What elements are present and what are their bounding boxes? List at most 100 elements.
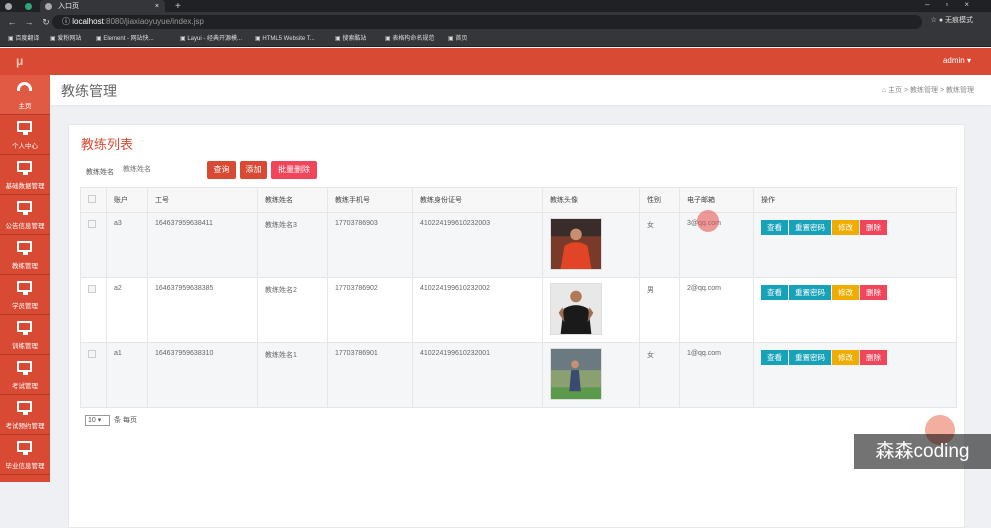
coach-table: 账户 工号 教练姓名 教练手机号 教练身份证号 教练头像 性别 电子邮箱 操作 … [80,187,957,408]
column-header[interactable]: 工号 [147,187,258,213]
column-header[interactable]: 教练姓名 [257,187,328,213]
bookmark-item[interactable]: ▣ 表格构命名规范 [385,32,434,47]
monitor-icon [17,281,32,295]
reset-password-button[interactable]: 重置密码 [789,220,831,235]
close-icon[interactable]: × [155,3,159,10]
sidebar-item-exam-booking[interactable]: 考试预约管理 [0,395,50,435]
monitor-icon [17,321,32,335]
browser-tab-active[interactable]: 入口页 × [40,0,165,12]
forward-icon[interactable]: → [24,17,34,27]
coach-photo [550,348,602,400]
cell-email: 1@qq.com [679,342,754,408]
cell-job-no: 164637959638411 [147,212,258,278]
column-header[interactable]: 教练身份证号 [412,187,543,213]
bookmark-item[interactable]: ▣ 搜索酷站 [335,32,366,47]
monitor-icon [17,161,32,175]
sidebar-item-training[interactable]: 训练管理 [0,315,50,355]
column-header[interactable]: 教练手机号 [327,187,413,213]
delete-button[interactable]: 删除 [860,285,887,300]
cell-gender: 女 [639,342,680,408]
sidebar-item-exam[interactable]: 考试管理 [0,355,50,395]
cell-actions: 查看 重置密码 修改 删除 [753,277,957,343]
monitor-icon [17,241,32,255]
browser-tab-inactive[interactable] [0,0,20,12]
row-checkbox[interactable] [88,350,96,358]
user-menu[interactable]: admin ▾ [943,56,971,65]
sidebar-item-coach[interactable]: 教练管理 [0,235,50,275]
batch-delete-button[interactable]: 批量删除 [271,161,317,179]
browser-tab-inactive-2[interactable] [20,0,40,12]
window-controls[interactable]: –▫× [925,0,985,9]
app-header: μ admin ▾ [0,48,991,75]
table-header-row: 账户 工号 教练姓名 教练手机号 教练身份证号 教练头像 性别 电子邮箱 操作 [80,187,957,213]
cell-avatar [542,277,640,343]
new-tab-button[interactable]: + [170,0,181,12]
bookmark-item[interactable]: ▣ Layui - 经典开源模... [180,32,242,47]
sidebar-item-profile[interactable]: 个人中心 [0,115,50,155]
cell-id-card: 410224199610232003 [412,212,543,278]
column-header[interactable]: 账户 [106,187,148,213]
pagination: 10 ▾ 条 每页 [85,415,137,426]
coach-photo [550,218,602,270]
row-checkbox[interactable] [88,220,96,228]
bookmarks-bar: ▣ 百度翻译 ▣ 爱粉网站 ▣ Element - 网站快... ▣ Layui… [0,32,991,47]
cell-phone: 17703786902 [327,277,413,343]
reset-password-button[interactable]: 重置密码 [789,285,831,300]
bookmark-item[interactable]: ▣ 爱粉网站 [50,32,81,47]
dashboard-icon [17,82,32,91]
profile-label[interactable]: ☆ ● 无痕模式 [931,15,973,25]
cell-gender: 女 [639,212,680,278]
bookmark-item[interactable]: ▣ 首页 [448,32,467,47]
breadcrumb[interactable]: ⌂ 主页 > 教练管理 > 教练管理 [882,85,974,95]
cell-account: a1 [106,342,148,408]
view-button[interactable]: 查看 [761,285,788,300]
watermark: 森森coding [854,434,991,469]
cell-email: 2@qq.com [679,277,754,343]
edit-button[interactable]: 修改 [832,350,859,365]
monitor-icon [17,401,32,415]
mouse-cursor-highlight [697,210,719,232]
cell-phone: 17703786901 [327,342,413,408]
app-icon [25,2,32,10]
edit-button[interactable]: 修改 [832,285,859,300]
sidebar-item-graduation[interactable]: 毕业信息管理 [0,435,50,475]
bookmark-item[interactable]: ▣ HTML5 Website T... [255,32,315,47]
search-button[interactable]: 查询 [207,161,236,179]
delete-button[interactable]: 删除 [860,220,887,235]
reload-icon[interactable]: ↻ [41,17,51,28]
edit-button[interactable]: 修改 [832,220,859,235]
cell-job-no: 164637959638310 [147,342,258,408]
table-row: a2 164637959638385 教练姓名2 17703786902 410… [80,277,957,343]
add-button[interactable]: 添加 [240,161,267,179]
sidebar-item-basic-data[interactable]: 基础数据管理 [0,155,50,195]
url-input[interactable]: ⓘ localhost:8080/jiaxiaoyuyue/index.jsp [52,15,922,29]
cell-job-no: 164637959638385 [147,277,258,343]
bookmark-item[interactable]: ▣ Element - 网站快... [96,32,154,47]
page-size-select[interactable]: 10 ▾ [85,415,110,426]
select-all-checkbox[interactable] [88,195,96,203]
delete-button[interactable]: 删除 [860,350,887,365]
card-title: 教练列表 [81,137,134,152]
cell-avatar [542,342,640,408]
page-header: 教练管理 ⌂ 主页 > 教练管理 > 教练管理 [50,75,991,105]
back-icon[interactable]: ← [7,17,17,27]
monitor-icon [17,121,32,135]
page-size-label: 条 每页 [114,417,137,424]
view-button[interactable]: 查看 [761,350,788,365]
cell-actions: 查看 重置密码 修改 删除 [753,342,957,408]
sidebar-item-notice[interactable]: 公告信息管理 [0,195,50,235]
sidebar-item-home[interactable]: 主页 [0,75,50,115]
column-header[interactable]: 教练头像 [542,187,640,213]
reset-password-button[interactable]: 重置密码 [789,350,831,365]
view-button[interactable]: 查看 [761,220,788,235]
cell-account: a2 [106,277,148,343]
tab-title: 入口页 [58,3,79,10]
row-checkbox[interactable] [88,285,96,293]
column-header[interactable]: 性别 [639,187,680,213]
globe-icon [45,2,52,10]
address-bar: ← → ↻ ⓘ localhost:8080/jiaxiaoyuyue/inde… [0,12,991,32]
search-input[interactable] [117,161,197,179]
sidebar-item-student[interactable]: 学员管理 [0,275,50,315]
bookmark-item[interactable]: ▣ 百度翻译 [8,32,39,47]
column-header[interactable]: 电子邮箱 [679,187,754,213]
